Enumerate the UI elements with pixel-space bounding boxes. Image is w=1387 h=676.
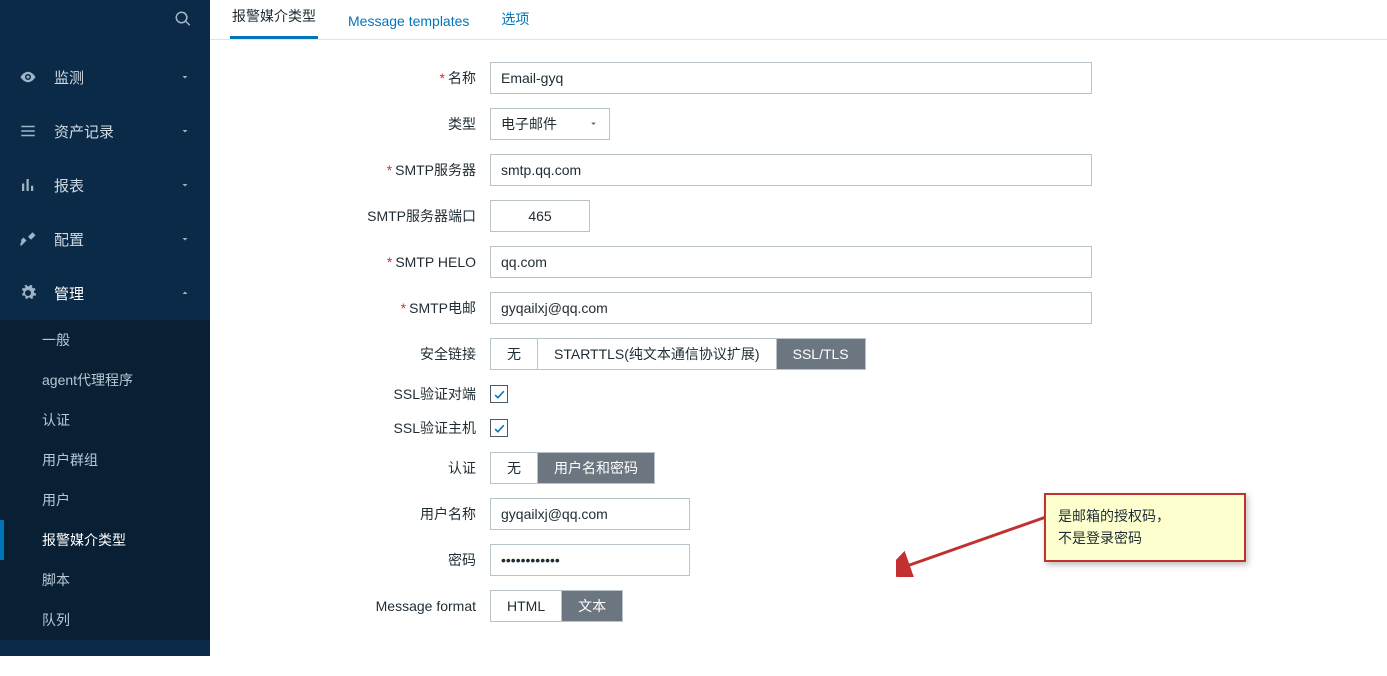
ssl-peer-label: SSL验证对端 (230, 384, 490, 404)
ssl-peer-checkbox[interactable] (490, 385, 508, 403)
smtp-helo-input[interactable] (490, 246, 1092, 278)
sidebar-item-reports[interactable]: 报表 (0, 158, 210, 212)
nav-label: 报表 (54, 175, 178, 196)
ssl-host-checkbox[interactable] (490, 419, 508, 437)
security-opt-starttls[interactable]: STARTTLS(纯文本通信协议扩展) (538, 339, 777, 369)
tab-mediatype[interactable]: 报警媒介类型 (230, 0, 318, 39)
main-panel: 报警媒介类型 Message templates 选项 *名称 类型 电子邮件 … (210, 0, 1387, 656)
msgformat-segmented: HTML 文本 (490, 590, 623, 622)
sidebar-sub-mediatypes[interactable]: 报警媒介类型 (0, 520, 210, 560)
smtp-port-input[interactable] (490, 200, 590, 232)
msgformat-opt-text[interactable]: 文本 (562, 591, 622, 621)
chevron-up-icon (178, 286, 192, 300)
admin-submenu: 一般 agent代理程序 认证 用户群组 用户 报警媒介类型 脚本 队列 (0, 320, 210, 640)
smtp-email-label: *SMTP电邮 (230, 298, 490, 318)
nav-label: 资产记录 (54, 121, 178, 142)
name-label: *名称 (230, 68, 490, 88)
sidebar-item-inventory[interactable]: 资产记录 (0, 104, 210, 158)
sidebar-item-admin[interactable]: 管理 (0, 266, 210, 320)
eye-icon (18, 67, 38, 87)
sidebar-nav: 监测 资产记录 报表 配置 (0, 42, 210, 640)
sidebar-sub-scripts[interactable]: 脚本 (0, 560, 210, 600)
security-opt-ssltls[interactable]: SSL/TLS (777, 339, 865, 369)
chevron-down-icon (588, 116, 599, 132)
msgformat-opt-html[interactable]: HTML (491, 591, 562, 621)
sidebar-sub-auth[interactable]: 认证 (0, 400, 210, 440)
smtp-helo-label: *SMTP HELO (230, 254, 490, 270)
sidebar-item-config[interactable]: 配置 (0, 212, 210, 266)
password-input[interactable] (490, 544, 690, 576)
type-select[interactable]: 电子邮件 (490, 108, 610, 140)
callout-line2: 不是登录密码 (1058, 527, 1232, 549)
sidebar-sub-general[interactable]: 一般 (0, 320, 210, 360)
msgformat-label: Message format (230, 598, 490, 614)
username-label: 用户名称 (230, 504, 490, 524)
tab-bar: 报警媒介类型 Message templates 选项 (210, 0, 1387, 40)
sidebar-search[interactable] (0, 0, 210, 42)
callout-line1: 是邮箱的授权码， (1058, 505, 1232, 527)
annotation-callout: 是邮箱的授权码， 不是登录密码 (1044, 493, 1246, 562)
type-label: 类型 (230, 114, 490, 134)
username-input[interactable] (490, 498, 690, 530)
chevron-down-icon (178, 178, 192, 192)
chevron-down-icon (178, 124, 192, 138)
chevron-down-icon (178, 232, 192, 246)
list-icon (18, 121, 38, 141)
type-select-value: 电子邮件 (501, 114, 557, 134)
chevron-down-icon (178, 70, 192, 84)
gear-icon (18, 283, 38, 303)
auth-segmented: 无 用户名和密码 (490, 452, 655, 484)
nav-label: 监测 (54, 67, 178, 88)
smtp-server-input[interactable] (490, 154, 1092, 186)
media-type-form: *名称 类型 电子邮件 *SMTP服务器 SMTP服务器端口 *SMTP HEL… (210, 40, 1387, 676)
nav-label: 配置 (54, 229, 178, 250)
search-icon (174, 10, 192, 31)
security-segmented: 无 STARTTLS(纯文本通信协议扩展) SSL/TLS (490, 338, 866, 370)
tab-options[interactable]: 选项 (499, 1, 531, 39)
ssl-host-label: SSL验证主机 (230, 418, 490, 438)
sidebar-sub-usergroups[interactable]: 用户群组 (0, 440, 210, 480)
security-opt-none[interactable]: 无 (491, 339, 538, 369)
sidebar: 监测 资产记录 报表 配置 (0, 0, 210, 656)
tab-templates[interactable]: Message templates (346, 5, 471, 39)
smtp-email-input[interactable] (490, 292, 1092, 324)
security-label: 安全链接 (230, 344, 490, 364)
nav-label: 管理 (54, 283, 178, 304)
password-label: 密码 (230, 550, 490, 570)
sidebar-sub-users[interactable]: 用户 (0, 480, 210, 520)
sidebar-sub-agent[interactable]: agent代理程序 (0, 360, 210, 400)
sidebar-sub-queue[interactable]: 队列 (0, 600, 210, 640)
wrench-icon (18, 229, 38, 249)
auth-opt-userpass[interactable]: 用户名和密码 (538, 453, 654, 483)
name-input[interactable] (490, 62, 1092, 94)
smtp-port-label: SMTP服务器端口 (230, 206, 490, 226)
chart-icon (18, 175, 38, 195)
auth-opt-none[interactable]: 无 (491, 453, 538, 483)
sidebar-item-monitoring[interactable]: 监测 (0, 50, 210, 104)
auth-label: 认证 (230, 458, 490, 478)
smtp-server-label: *SMTP服务器 (230, 160, 490, 180)
